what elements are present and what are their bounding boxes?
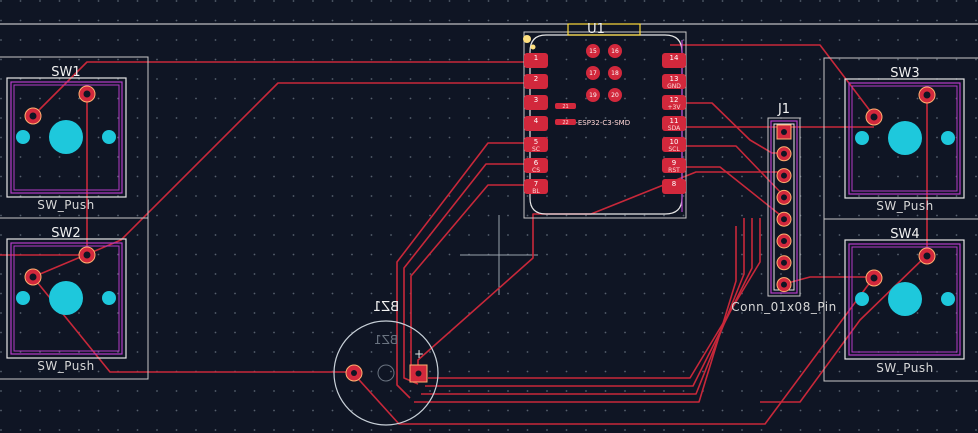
- pad-hole: [870, 113, 878, 121]
- pad-number: 9: [672, 159, 676, 167]
- npth-left: [855, 292, 869, 306]
- value-label: D-ESP32-C3-SMD: [570, 119, 630, 127]
- pin-hole: [781, 194, 787, 201]
- pin-hole: [781, 238, 787, 244]
- pcb-canvas[interactable]: SW1 SW_Push SW2 SW_Push SW3 SW_Push SW4 …: [0, 0, 978, 433]
- pad-label: 21: [562, 104, 568, 110]
- npth-center: [49, 281, 83, 315]
- pad-number: 3: [534, 96, 538, 104]
- value-label: SW_Push: [37, 359, 94, 373]
- pin-hole: [781, 281, 787, 288]
- pad-number: 12: [670, 96, 679, 104]
- pad-hole: [923, 91, 931, 99]
- pad-hole: [415, 370, 422, 377]
- reference-label: SW3: [890, 66, 919, 81]
- pin-hole: [781, 216, 787, 223]
- pad-hole: [83, 251, 91, 259]
- pad-number: 20: [611, 92, 619, 99]
- pad-number: 16: [611, 48, 619, 55]
- pad-number: 10: [670, 138, 679, 146]
- pin-hole: [781, 150, 787, 157]
- pad-net-name: SCL: [668, 146, 680, 153]
- pad-number: 17: [589, 70, 597, 77]
- npth-center: [49, 120, 83, 154]
- pin-hole: [781, 129, 787, 135]
- npth-right: [941, 292, 955, 306]
- pad-number: 8: [672, 180, 676, 188]
- pad-number: 2: [534, 75, 538, 83]
- reference-label: SW1: [51, 65, 80, 80]
- pad-net-name: RST: [668, 167, 680, 174]
- pad-label: 22: [562, 120, 568, 126]
- reference-label: SW2: [51, 226, 80, 241]
- pad-hole: [29, 112, 37, 120]
- pad-net-name: +3V: [668, 104, 682, 111]
- pad-net-name: SDA: [668, 125, 681, 132]
- grid: [0, 0, 978, 433]
- pad-hole: [351, 370, 357, 376]
- pad-number: 6: [534, 159, 539, 167]
- pad-net-name: BL: [532, 188, 540, 195]
- plus-sign: +: [414, 347, 424, 361]
- pad-net-name: GND: [667, 83, 681, 90]
- reference-label: J1: [777, 102, 790, 117]
- reference-label: U1: [587, 22, 605, 37]
- pad-number: 13: [670, 75, 679, 83]
- npth-right: [102, 291, 116, 305]
- npth-center: [888, 121, 922, 155]
- pad-hole: [923, 252, 931, 260]
- npth-left: [855, 131, 869, 145]
- npth-left: [16, 291, 30, 305]
- pin1-marker: [523, 35, 531, 43]
- pad-number: 19: [589, 92, 597, 99]
- pad-column-right: 14 13GND 12+3V 11SDA 10SCL 9RST 8: [662, 53, 686, 194]
- pad-net-name: CS: [532, 167, 540, 174]
- pad-hole: [870, 274, 878, 282]
- pad-number: 7: [534, 180, 538, 188]
- pad-number: 18: [611, 70, 619, 77]
- pad-number: 11: [670, 117, 679, 125]
- npth-right: [102, 130, 116, 144]
- pad-number: 5: [534, 138, 538, 146]
- value-label: SW_Push: [876, 361, 933, 375]
- npth-left: [16, 130, 30, 144]
- reference-label: SW4: [890, 227, 919, 242]
- reference-label-back-fab: BZ1: [374, 333, 398, 347]
- value-label: SW_Push: [876, 199, 933, 213]
- pad-net-name: SC: [532, 146, 540, 153]
- pad-hole: [83, 90, 91, 98]
- pad-number: 1: [534, 54, 538, 62]
- pad-number: 14: [670, 54, 679, 62]
- pin-hole: [781, 172, 787, 179]
- npth-center: [888, 282, 922, 316]
- pad-number: 4: [534, 117, 539, 125]
- value-label: Conn_01x08_Pin: [731, 300, 836, 314]
- pad-hole: [29, 273, 37, 281]
- npth-right: [941, 131, 955, 145]
- pad-number: 15: [589, 48, 597, 55]
- pin1-marker-2: [530, 44, 536, 50]
- reference-label-back: BZ1: [373, 300, 399, 315]
- pin-hole: [781, 259, 787, 266]
- value-label: SW_Push: [37, 198, 94, 212]
